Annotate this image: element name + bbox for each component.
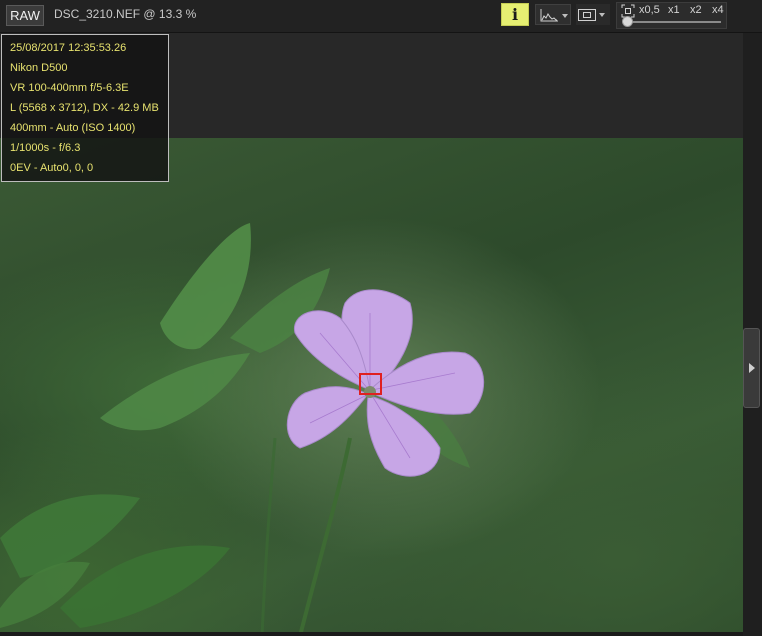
panel-toggle-handle[interactable] (743, 328, 760, 408)
focus-point-indicator (359, 373, 382, 395)
shooting-info-overlay: 25/08/2017 12:35:53.26 Nikon D500 VR 100… (1, 34, 169, 182)
frame-icon (578, 9, 605, 21)
info-datetime: 25/08/2017 12:35:53.26 (10, 42, 127, 54)
shooting-info-button[interactable]: i (501, 3, 529, 26)
chevron-right-icon (749, 363, 755, 373)
file-title: DSC_3210.NEF @ 13.3 % (54, 7, 197, 21)
frame-dropdown-button[interactable] (576, 4, 610, 25)
info-lens: VR 100-400mm f/5-6.3E (10, 82, 129, 94)
zoom-label-half[interactable]: x0,5 (639, 4, 660, 16)
info-exposure-comp: 0EV - Auto0, 0, 0 (10, 162, 94, 174)
zoom-slider-thumb[interactable] (622, 16, 633, 27)
raw-badge: RAW (6, 5, 44, 26)
zoom-label-1x[interactable]: x1 (668, 4, 680, 16)
zoom-slider-group: x0,5 x1 x2 x4 (616, 2, 727, 29)
info-focal-iso: 400mm - Auto (ISO 1400) (10, 122, 136, 134)
info-image-size: L (5568 x 3712), DX - 42.9 MB (10, 102, 159, 114)
zoom-label-2x[interactable]: x2 (690, 4, 702, 16)
bottom-edge (0, 632, 743, 636)
zoom-slider-track[interactable] (625, 21, 721, 23)
top-toolbar: RAW DSC_3210.NEF @ 13.3 % i x0,5 x1 x2 x… (0, 0, 762, 33)
histogram-icon (540, 9, 568, 22)
histogram-dropdown-button[interactable] (535, 4, 571, 25)
zoom-label-4x[interactable]: x4 (712, 4, 724, 16)
info-camera: Nikon D500 (10, 62, 68, 74)
info-shutter-aperture: 1/1000s - f/6.3 (10, 142, 81, 154)
